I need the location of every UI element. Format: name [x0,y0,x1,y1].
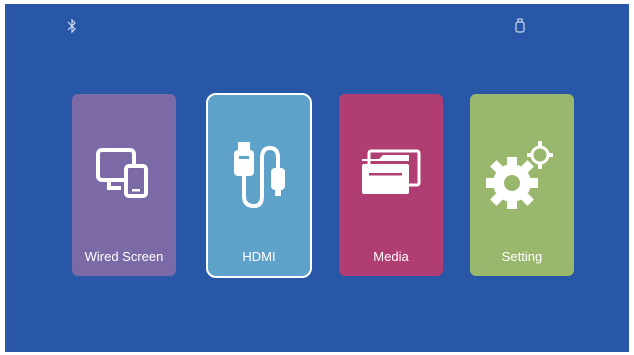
screen-mirror-icon [72,140,176,210]
tile-media[interactable]: Media [339,94,443,276]
usb-drive-icon [515,18,525,33]
bluetooth-icon [67,18,76,34]
app-tiles: Wired Screen HDMI Media Setting [72,93,574,278]
tile-hdmi[interactable]: HDMI [206,93,312,278]
tile-label: HDMI [242,249,276,264]
tile-label: Setting [501,249,543,264]
tile-label: Media [373,249,409,264]
home-screen: Wired Screen HDMI Media Setting [5,4,629,352]
folder-icon [339,140,443,210]
tile-setting[interactable]: Setting [470,94,574,276]
gear-icon [470,140,574,210]
tile-label: Wired Screen [84,249,164,264]
tile-wired-screen[interactable]: Wired Screen [72,94,176,276]
hdmi-cable-icon [208,141,310,211]
